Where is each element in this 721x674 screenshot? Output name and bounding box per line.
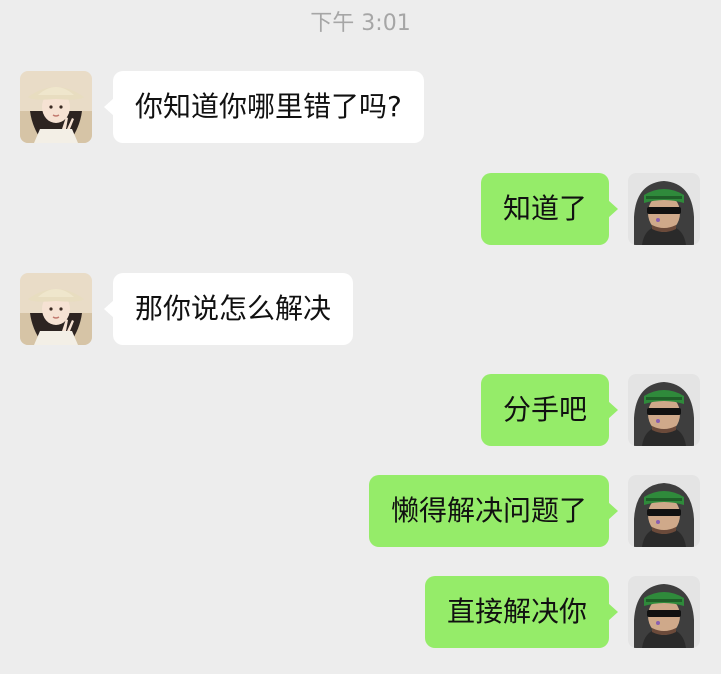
message-bubble-incoming[interactable]: 你知道你哪里错了吗? (104, 71, 424, 143)
anime-sunglasses-green-cap-avatar-icon[interactable] (628, 374, 700, 446)
girl-bucket-hat-avatar-icon[interactable] (20, 273, 92, 345)
message-row-outgoing: 懒得解决问题了 (0, 475, 721, 547)
message-row-outgoing: 直接解决你 (0, 576, 721, 648)
message-row-outgoing: 分手吧 (0, 374, 721, 446)
message-row-outgoing: 知道了 (0, 173, 721, 245)
message-bubble-outgoing[interactable]: 分手吧 (480, 374, 619, 446)
message-row-incoming: 那你说怎么解决 (0, 273, 721, 345)
anime-sunglasses-green-cap-avatar-icon[interactable] (628, 475, 700, 547)
anime-sunglasses-green-cap-avatar-icon[interactable] (628, 576, 700, 648)
message-row-incoming: 你知道你哪里错了吗? (0, 71, 721, 143)
message-bubble-incoming[interactable]: 那你说怎么解决 (103, 273, 354, 345)
message-bubble-outgoing[interactable]: 直接解决你 (424, 576, 619, 648)
anime-sunglasses-green-cap-avatar-icon[interactable] (628, 173, 700, 245)
timestamp: 下午 3:01 (310, 11, 411, 36)
message-bubble-outgoing[interactable]: 懒得解决问题了 (368, 475, 619, 547)
girl-bucket-hat-avatar-icon[interactable] (20, 71, 92, 143)
message-bubble-outgoing[interactable]: 知道了 (480, 173, 619, 245)
